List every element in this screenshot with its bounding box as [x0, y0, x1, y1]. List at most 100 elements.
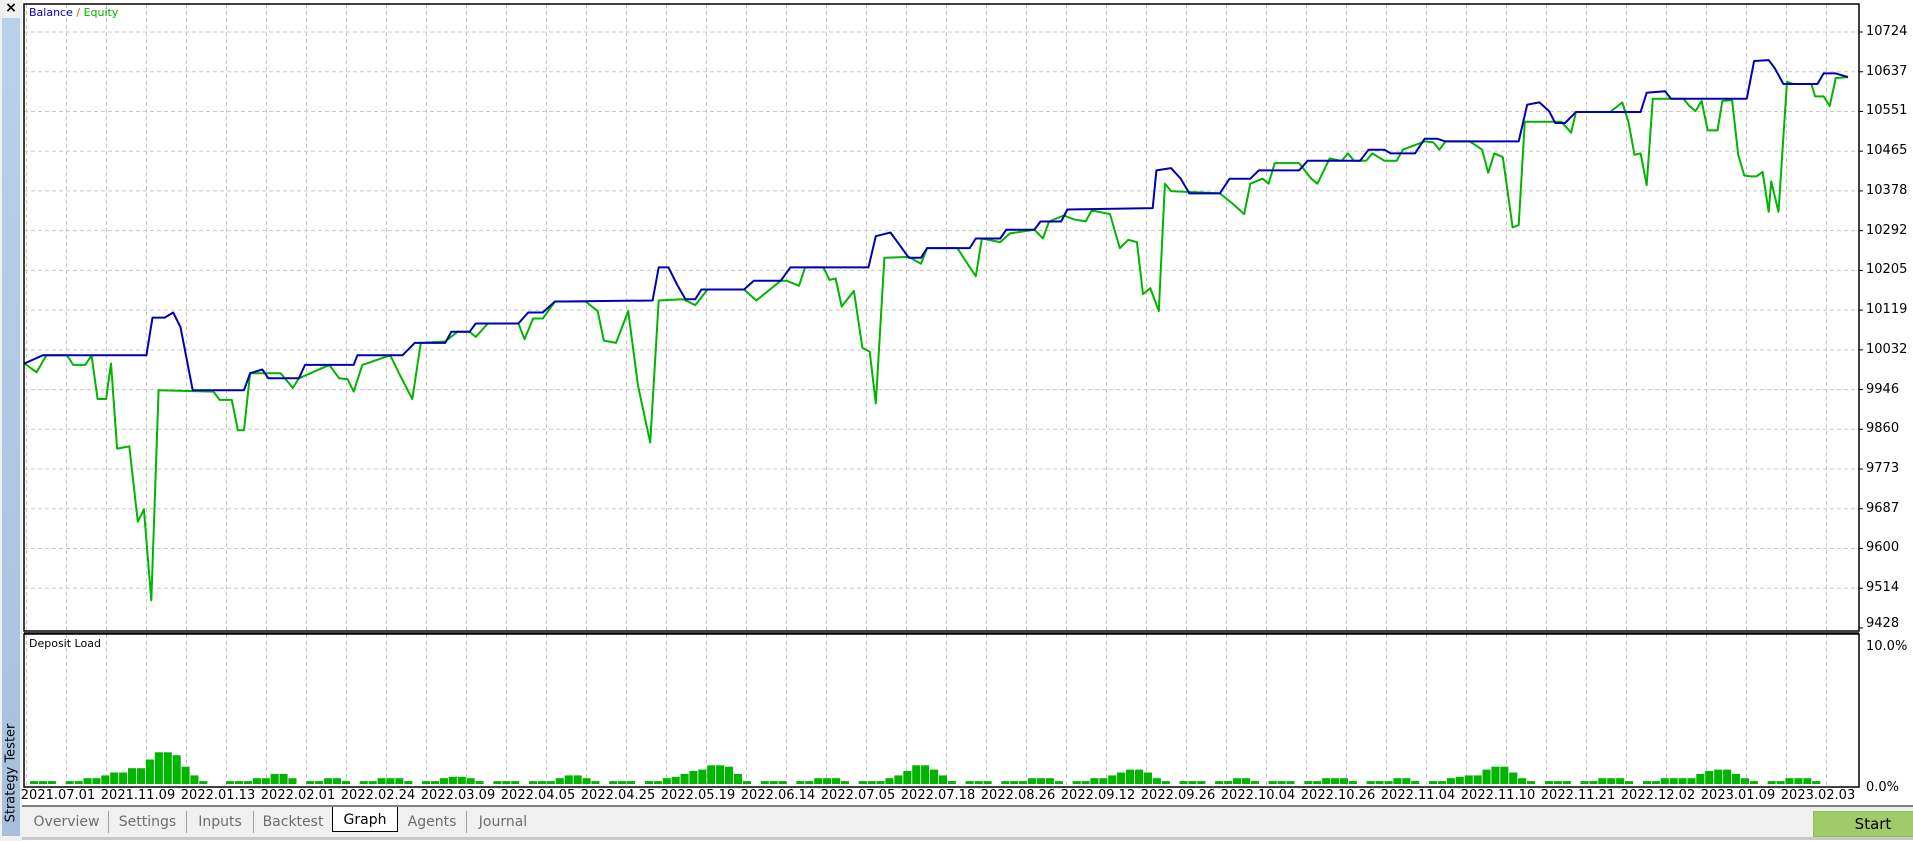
deposit-load-bar — [1152, 778, 1161, 784]
start-button[interactable]: Start — [1813, 811, 1913, 837]
tab-settings[interactable]: Settings — [109, 811, 187, 833]
deposit-load-bar — [333, 778, 342, 784]
deposit-load-bar — [707, 765, 716, 784]
deposit-load-bar — [1197, 781, 1206, 784]
deposit-load-bar — [439, 778, 448, 784]
deposit-load-bar — [876, 781, 885, 784]
deposit-load-bar — [1794, 778, 1803, 784]
deposit-load-bar — [1562, 781, 1571, 784]
tab-journal[interactable]: Journal — [467, 811, 539, 833]
deposit-load-bar — [974, 781, 983, 784]
x-tick-label: 2022.11.04 — [1380, 788, 1456, 803]
deposit-load-bar — [1455, 776, 1464, 784]
x-tick-label: 2023.01.09 — [1700, 788, 1776, 803]
deposit-load-bar — [315, 781, 324, 784]
deposit-load-bar — [885, 778, 894, 784]
y-tick-label: 10205 — [1866, 262, 1908, 278]
tab-agents[interactable]: Agents — [398, 811, 467, 833]
deposit-load-bar — [555, 778, 564, 784]
deposit-load-bar — [1072, 781, 1081, 784]
deposit-load-bar — [1161, 781, 1170, 784]
deposit-load-bar — [912, 765, 921, 784]
deposit-load-bar — [1714, 769, 1723, 784]
x-tick-label: 2022.06.14 — [740, 788, 816, 803]
deposit-load-bar — [1090, 778, 1099, 784]
deposit-load-bar — [1224, 781, 1233, 784]
tab-graph[interactable]: Graph — [332, 807, 398, 832]
deposit-load-bar — [1233, 778, 1242, 784]
tab-backtest[interactable]: Backtest — [254, 811, 332, 833]
deposit-load-bar — [457, 776, 466, 784]
deposit-load-bar — [1642, 781, 1651, 784]
deposit-load-bar — [1607, 778, 1616, 784]
deposit-load-bar — [47, 781, 56, 784]
deposit-load-bar — [1241, 778, 1250, 784]
deposit-load-bar — [894, 775, 903, 784]
deposit-load-bar — [1393, 778, 1402, 784]
deposit-load-bar — [145, 759, 154, 784]
legend-balance: Balance — [29, 6, 73, 19]
x-tick-label: 2022.07.18 — [900, 788, 976, 803]
deposit-load-bar — [1651, 781, 1660, 784]
deposit-load-bar — [1660, 778, 1669, 784]
deposit-load-bar — [119, 772, 128, 784]
deposit-load-bar — [83, 778, 92, 784]
deposit-load-bar — [1313, 781, 1322, 784]
deposit-load-bar — [1348, 781, 1357, 784]
deposit-load-bar — [734, 773, 743, 784]
deposit-load-bar — [448, 776, 457, 784]
deposit-load-bar — [823, 778, 832, 784]
deposit-load-bar — [136, 768, 145, 784]
tab-overview[interactable]: Overview — [25, 811, 109, 833]
chart-legend: Balance / Equity — [29, 6, 118, 20]
tab-inputs[interactable]: Inputs — [187, 811, 254, 833]
deposit-load-bar — [1527, 781, 1536, 784]
deposit-load-bar — [38, 781, 47, 784]
deposit-load-bar — [1117, 772, 1126, 784]
deposit-load-bar — [1812, 781, 1821, 784]
deposit-load-bar — [1464, 775, 1473, 784]
deposit-load-bar — [529, 781, 538, 784]
x-tick-label: 2022.10.04 — [1220, 788, 1296, 803]
x-tick-label: 2022.09.12 — [1060, 788, 1136, 803]
x-tick-label: 2022.08.26 — [980, 788, 1056, 803]
deposit-load-bar — [1732, 773, 1741, 784]
deposit-load-bar — [359, 781, 368, 784]
deposit-load-bar — [1767, 781, 1776, 784]
deposit-load-bar — [1286, 781, 1295, 784]
y-tick-label: 10637 — [1866, 63, 1908, 79]
deposit-load-bar — [582, 778, 591, 784]
deposit-load-bar — [947, 781, 956, 784]
x-tick-label: 2022.09.26 — [1140, 788, 1216, 803]
x-tick-label: 2022.11.21 — [1540, 788, 1616, 803]
deposit-load-bar — [618, 781, 627, 784]
deposit-load-bar — [395, 778, 404, 784]
x-tick-label: 2022.01.13 — [180, 788, 256, 803]
deposit-load-bar — [235, 781, 244, 784]
x-tick-label: 2022.04.25 — [580, 788, 656, 803]
deposit-load-bar — [1375, 781, 1384, 784]
x-tick-label: 2023.02.03 — [1780, 788, 1856, 803]
deposit-load-bar — [1411, 781, 1420, 784]
deposit-chart-frame — [23, 633, 1860, 788]
deposit-load-bar — [1099, 778, 1108, 784]
balance-line — [23, 59, 1849, 392]
deposit-load-bar — [1625, 781, 1634, 784]
deposit-load-bar — [377, 778, 386, 784]
deposit-load-bar — [591, 781, 600, 784]
deposit-load-bar — [475, 781, 484, 784]
deposit-load-bar — [1179, 781, 1188, 784]
deposit-load-bar — [716, 765, 725, 784]
deposit-load-bar — [546, 781, 555, 784]
deposit-load-bar — [1028, 778, 1037, 784]
deposit-load-bar — [1250, 781, 1259, 784]
deposit-load-bar — [1589, 781, 1598, 784]
deposit-load-bar — [1687, 778, 1696, 784]
deposit-load-bar — [867, 781, 876, 784]
deposit-load-bar — [1010, 781, 1019, 784]
deposit-load-bar — [1740, 778, 1749, 784]
balance-equity-chart — [22, 3, 1913, 807]
deposit-load-bar — [493, 781, 502, 784]
deposit-load-bar — [938, 775, 947, 784]
deposit-load-bar — [930, 769, 939, 784]
